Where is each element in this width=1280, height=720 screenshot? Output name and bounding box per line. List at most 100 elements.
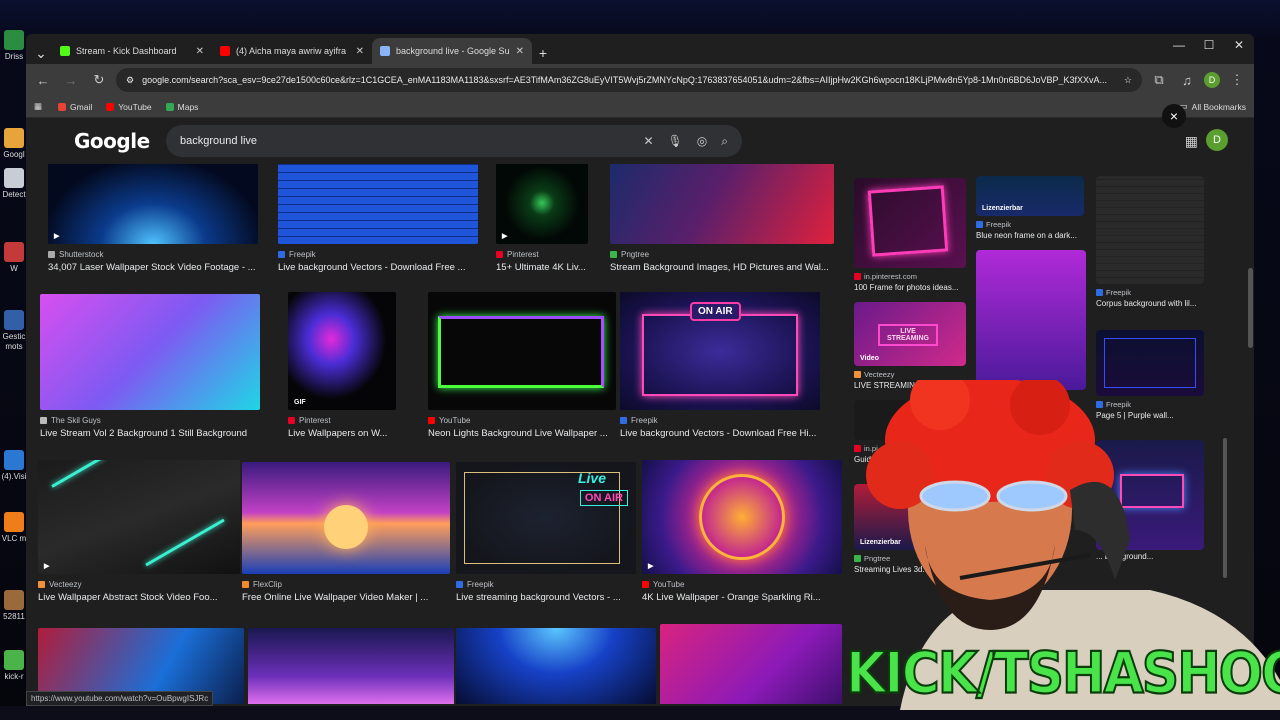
google-apps-icon[interactable]: ▦	[1185, 133, 1198, 150]
image-result[interactable]: ▶ Vecteezy Live Wallpaper Abstract Stock V…	[38, 460, 240, 603]
result-thumbnail[interactable]: ▶	[496, 164, 588, 244]
google-logo[interactable]: Google	[74, 129, 166, 153]
result-thumbnail[interactable]	[248, 628, 454, 704]
result-thumbnail[interactable]: Live ON AIR	[456, 462, 636, 574]
all-bookmarks-button[interactable]: ▭ All Bookmarks	[1180, 101, 1246, 112]
result-thumbnail[interactable]: ON AIR	[620, 292, 820, 410]
result-title[interactable]: Live background Vectors - Download Free …	[278, 262, 478, 273]
image-result[interactable]: ON AIR Freepik Live background Vectors - D…	[620, 292, 820, 439]
minimize-icon[interactable]: —	[1164, 38, 1194, 52]
bookmark-item[interactable]: YouTube	[106, 102, 152, 112]
browser-tab[interactable]: (4) Aicha maya awriw ayifra ✕	[212, 38, 372, 64]
close-tab-icon[interactable]: ✕	[196, 46, 204, 57]
mic-icon[interactable]: 🎙	[668, 134, 683, 148]
google-profile-avatar[interactable]: D	[1206, 129, 1228, 151]
forward-icon[interactable]: →	[60, 73, 82, 88]
result-title[interactable]: 15+ Ultimate 4K Liv...	[496, 262, 588, 273]
image-result[interactable]: ▶ Shutterstock 34,007 Laser Wallpaper Stoc…	[48, 164, 258, 273]
image-result[interactable]	[660, 624, 842, 704]
result-thumbnail[interactable]	[428, 292, 616, 410]
related-thumbnail[interactable]: Lizenzierbar	[976, 176, 1084, 216]
image-result[interactable]: Pngtree Stream Background Images, HD Pict…	[610, 164, 834, 273]
image-result[interactable]: GIF Pinterest Live Wallpapers on W...	[288, 292, 396, 439]
result-thumbnail[interactable]	[660, 624, 842, 704]
related-title[interactable]: Blue neon frame on a dark...	[976, 231, 1084, 240]
result-title[interactable]: Live streaming background Vectors - ...	[456, 592, 636, 603]
result-title[interactable]: Stream Background Images, HD Pictures an…	[610, 262, 834, 273]
search-box[interactable]: background live ✕ 🎙 ◎ ⌕	[166, 125, 742, 157]
clear-icon[interactable]: ✕	[643, 134, 653, 148]
menu-icon[interactable]: ⋮	[1226, 72, 1248, 88]
result-title[interactable]: 4K Live Wallpaper - Orange Sparkling Ri.…	[642, 592, 842, 603]
lens-icon[interactable]: ◎	[697, 134, 707, 148]
result-title[interactable]: Live Wallpapers on W...	[288, 428, 396, 439]
image-result[interactable]: FlexClip Free Online Live Wallpaper Video…	[242, 462, 450, 603]
desktop-icon[interactable]: Gestic mots	[0, 310, 28, 352]
desktop-icon[interactable]: 52811	[0, 590, 28, 622]
image-result[interactable]	[248, 628, 454, 704]
search-icon[interactable]: ⌕	[721, 134, 728, 149]
result-thumbnail[interactable]	[456, 628, 656, 704]
image-result[interactable]: Freepik Live background Vectors - Downloa…	[278, 164, 478, 273]
result-thumbnail[interactable]	[610, 164, 834, 244]
desktop-icon[interactable]: Detect	[0, 168, 28, 200]
related-image[interactable]: in.pinterest.com 100 Frame for photos ide…	[854, 178, 966, 292]
result-thumbnail[interactable]	[278, 164, 478, 244]
image-result[interactable]	[456, 628, 656, 704]
close-window-icon[interactable]: ✕	[1224, 38, 1254, 52]
result-thumbnail[interactable]: ▶	[48, 164, 258, 244]
image-result[interactable]: The Skil Guys Live Stream Vol 2 Backgroun…	[40, 294, 260, 439]
maximize-icon[interactable]: ☐	[1194, 38, 1224, 52]
related-image[interactable]: LIVE STREAMING Video Vecteezy LIVE STREAMIN…	[854, 302, 966, 390]
related-thumbnail[interactable]: LIVE STREAMING Video	[854, 302, 966, 366]
result-title[interactable]: Live background Vectors - Download Free …	[620, 428, 820, 439]
browser-profile-avatar[interactable]: D	[1204, 72, 1220, 88]
desktop-icon[interactable]: VLC m	[0, 512, 28, 544]
image-result[interactable]: ▶ YouTube 4K Live Wallpaper - Orange Spark…	[642, 460, 842, 603]
tab-search-icon[interactable]: ⌄	[30, 42, 52, 64]
search-input[interactable]: background live	[180, 135, 629, 147]
bookmark-star-icon[interactable]: ☆	[1124, 75, 1132, 86]
image-result[interactable]: YouTube Neon Lights Background Live Wallp…	[428, 292, 616, 439]
result-title[interactable]: 34,007 Laser Wallpaper Stock Video Foota…	[48, 262, 258, 273]
image-result[interactable]: ▶ Pinterest 15+ Ultimate 4K Liv...	[496, 164, 588, 273]
result-thumbnail[interactable]: GIF	[288, 292, 396, 410]
desktop-icon[interactable]: kick-r	[0, 650, 28, 682]
extensions-icon[interactable]: ⧉	[1148, 72, 1170, 88]
browser-tab[interactable]: Stream - Kick Dashboard ✕	[52, 38, 212, 64]
image-result[interactable]: Live ON AIR Freepik Live streaming backgrou…	[456, 462, 636, 603]
result-thumbnail[interactable]: ▶	[38, 460, 240, 574]
apps-grid-icon[interactable]: ▦	[34, 101, 42, 112]
result-title[interactable]: Neon Lights Background Live Wallpaper ..…	[428, 428, 616, 439]
purple-room-image[interactable]	[976, 250, 1086, 390]
new-tab-button[interactable]: +	[532, 42, 554, 64]
result-title[interactable]: Live Wallpaper Abstract Stock Video Foo.…	[38, 592, 240, 603]
desktop-icon[interactable]: Driss	[0, 30, 28, 62]
back-icon[interactable]: ←	[32, 73, 54, 88]
result-thumbnail[interactable]: ▶	[642, 460, 842, 574]
related-title[interactable]: Corpus background with lil...	[1096, 299, 1204, 308]
result-title[interactable]: Free Online Live Wallpaper Video Maker |…	[242, 592, 450, 603]
close-panel-button[interactable]: ×	[1162, 104, 1186, 128]
desktop-icon[interactable]: Googl	[0, 128, 28, 160]
result-thumbnail[interactable]	[242, 462, 450, 574]
desktop-icon[interactable]: (4).Visi	[0, 450, 28, 482]
related-image[interactable]: Lizenzierbar Freepik Blue neon frame on a …	[976, 176, 1084, 240]
result-title[interactable]: Live Stream Vol 2 Background 1 Still Bac…	[40, 428, 260, 439]
close-tab-icon[interactable]: ✕	[356, 46, 364, 57]
result-thumbnail[interactable]	[40, 294, 260, 410]
related-title[interactable]: 100 Frame for photos ideas...	[854, 283, 966, 292]
bookmark-item[interactable]: Maps	[165, 102, 198, 112]
desktop-icon[interactable]: W	[0, 242, 28, 274]
related-thumbnail[interactable]	[854, 178, 966, 268]
browser-tab[interactable]: background live - Google Sucha ✕	[372, 38, 532, 64]
bookmark-item[interactable]: Gmail	[58, 102, 92, 112]
related-thumbnail[interactable]	[1096, 176, 1204, 284]
reload-icon[interactable]: ↻	[88, 72, 110, 88]
address-bar[interactable]: ⚙ google.com/search?sca_esv=9ce27de1500c…	[116, 68, 1142, 92]
close-tab-icon[interactable]: ✕	[516, 46, 524, 57]
site-info-icon[interactable]: ⚙	[126, 75, 134, 86]
panel-scrollbar[interactable]	[1248, 268, 1253, 348]
related-image[interactable]: Freepik Corpus background with lil...	[1096, 176, 1204, 308]
media-icon[interactable]: ♫	[1176, 73, 1198, 88]
